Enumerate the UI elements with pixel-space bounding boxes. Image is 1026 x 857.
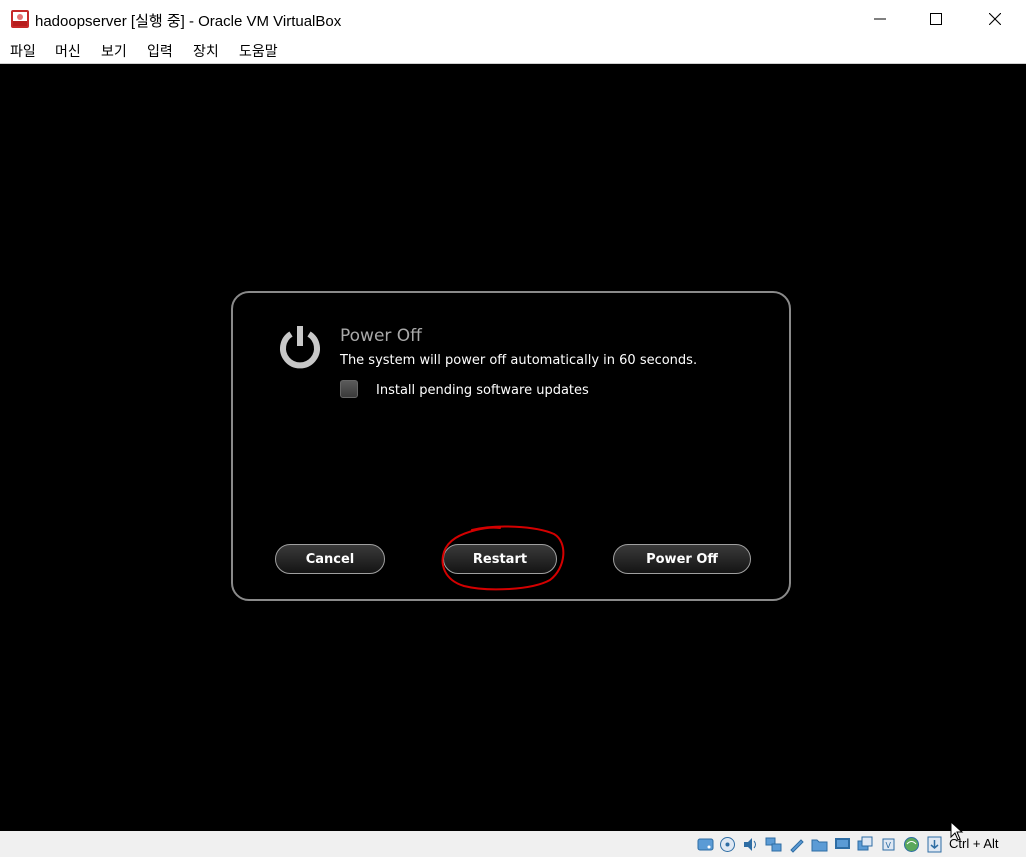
menu-file[interactable]: 파일 bbox=[10, 41, 36, 61]
install-updates-checkbox[interactable] bbox=[340, 380, 358, 398]
power-off-button[interactable]: Power Off bbox=[613, 544, 751, 574]
menu-view[interactable]: 보기 bbox=[101, 41, 127, 61]
restart-button[interactable]: Restart bbox=[443, 544, 557, 574]
menu-input[interactable]: 입력 bbox=[147, 41, 173, 61]
cancel-button[interactable]: Cancel bbox=[275, 544, 385, 574]
minimize-icon bbox=[874, 13, 886, 25]
audio-icon[interactable] bbox=[742, 836, 759, 853]
menu-bar: 파일 머신 보기 입력 장치 도움말 bbox=[0, 38, 1026, 64]
title-bar: hadoopserver [실행 중] - Oracle VM VirtualB… bbox=[0, 0, 1026, 38]
hard-disk-icon[interactable] bbox=[697, 836, 714, 853]
power-off-button-label: Power Off bbox=[646, 551, 718, 567]
restart-button-label: Restart bbox=[472, 551, 528, 567]
menu-machine[interactable]: 머신 bbox=[55, 41, 81, 61]
network-icon[interactable] bbox=[765, 836, 782, 853]
cpu-icon[interactable]: V bbox=[880, 836, 897, 853]
status-bar: V Ctrl + Alt bbox=[0, 831, 1026, 857]
virtualization-icon[interactable] bbox=[903, 836, 920, 853]
minimize-button[interactable] bbox=[851, 0, 909, 38]
mouse-integration-icon[interactable] bbox=[926, 836, 943, 853]
video-capture-icon[interactable] bbox=[857, 836, 874, 853]
maximize-icon bbox=[930, 13, 942, 25]
shared-folder-icon[interactable] bbox=[811, 836, 828, 853]
optical-drive-icon[interactable] bbox=[719, 836, 736, 853]
cancel-button-label: Cancel bbox=[305, 551, 355, 567]
dialog-title: Power Off bbox=[340, 326, 422, 346]
menu-help[interactable]: 도움말 bbox=[239, 41, 278, 61]
display-icon[interactable] bbox=[834, 836, 851, 853]
dialog-message: The system will power off automatically … bbox=[340, 353, 698, 368]
menu-devices[interactable]: 장치 bbox=[193, 41, 219, 61]
window-title: hadoopserver [실행 중] - Oracle VM VirtualB… bbox=[35, 13, 342, 30]
vm-display[interactable]: Power Off The system will power off auto… bbox=[0, 64, 1026, 831]
power-icon bbox=[277, 324, 323, 370]
power-off-dialog: Power Off The system will power off auto… bbox=[231, 291, 791, 601]
close-icon bbox=[989, 13, 1001, 25]
maximize-button[interactable] bbox=[907, 0, 965, 38]
virtualbox-app-icon[interactable] bbox=[10, 9, 30, 29]
mouse-pointer-icon bbox=[950, 820, 964, 841]
usb-icon[interactable] bbox=[788, 836, 805, 853]
close-button[interactable] bbox=[966, 0, 1024, 38]
install-updates-label[interactable]: Install pending software updates bbox=[376, 383, 589, 398]
svg-text:V: V bbox=[886, 841, 892, 850]
